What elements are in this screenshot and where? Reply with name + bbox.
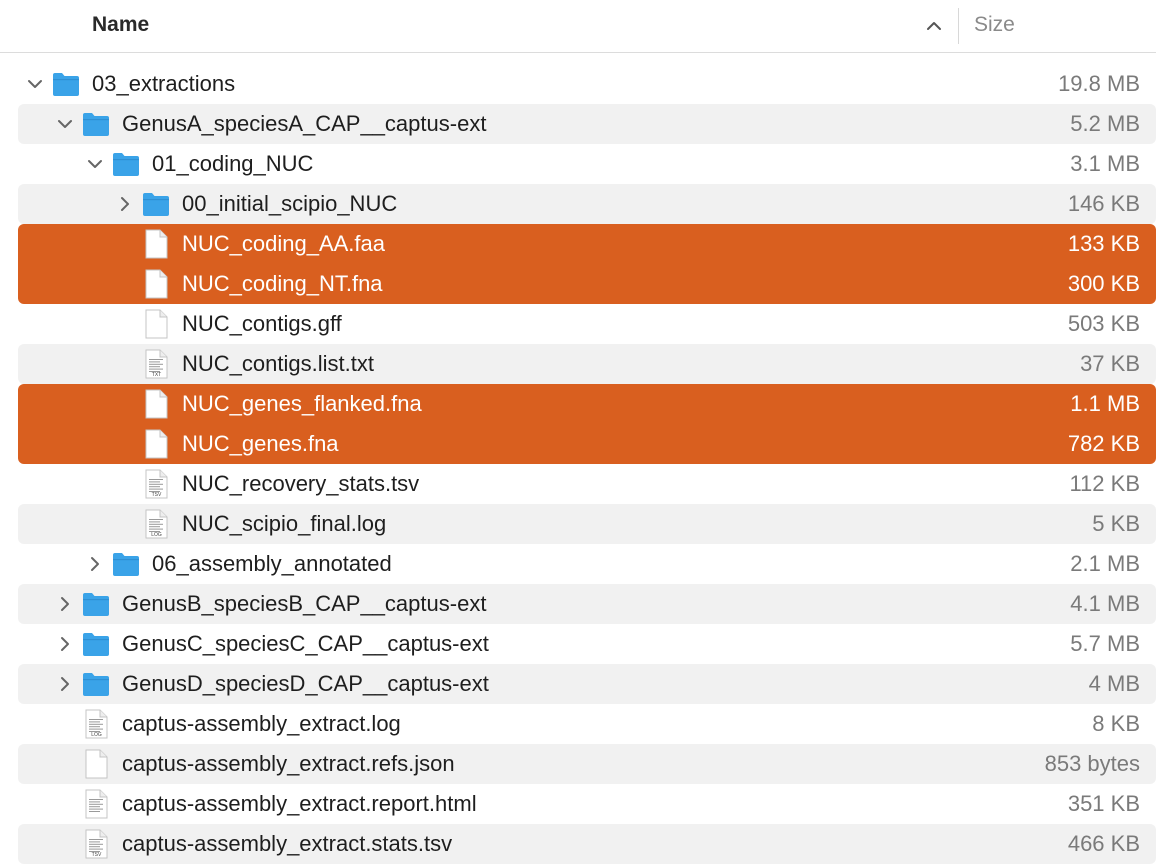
- chevron-right-icon[interactable]: [56, 635, 74, 653]
- item-size: 1.1 MB: [1070, 391, 1140, 416]
- file-row[interactable]: NUC_coding_NT.fna 300 KB: [18, 264, 1156, 304]
- item-size: 112 KB: [1069, 471, 1140, 496]
- size-column-header[interactable]: Size: [974, 13, 1015, 37]
- chevron-down-icon[interactable]: [86, 155, 104, 173]
- item-name: captus-assembly_extract.report.html: [122, 791, 477, 816]
- folder-row[interactable]: 06_assembly_annotated 2.1 MB: [18, 544, 1156, 584]
- folder-row[interactable]: 01_coding_NUC 3.1 MB: [18, 144, 1156, 184]
- folder-icon: [113, 553, 139, 576]
- document-icon: [145, 309, 168, 339]
- item-size: 8 KB: [1092, 711, 1140, 736]
- folder-icon: [83, 593, 109, 616]
- item-name: NUC_genes.fna: [182, 431, 339, 456]
- file-row[interactable]: NUC_contigs.gff 503 KB: [18, 304, 1156, 344]
- item-size: 3.1 MB: [1070, 151, 1140, 176]
- item-name: captus-assembly_extract.stats.tsv: [122, 831, 453, 856]
- folder-icon: [143, 193, 169, 216]
- item-name: 01_coding_NUC: [152, 151, 314, 176]
- svg-text:TSV: TSV: [92, 852, 102, 858]
- chevron-right-icon[interactable]: [56, 675, 74, 693]
- svg-text:TSV: TSV: [152, 492, 162, 498]
- item-size: 19.8 MB: [1058, 71, 1140, 96]
- svg-text:LOG: LOG: [91, 732, 102, 738]
- document-icon: [145, 389, 168, 419]
- item-size: 782 KB: [1067, 431, 1140, 456]
- document-icon: TXT: [145, 349, 168, 379]
- folder-row[interactable]: 00_initial_scipio_NUC 146 KB: [18, 184, 1156, 224]
- item-name: captus-assembly_extract.log: [122, 711, 401, 736]
- item-size: 37 KB: [1080, 351, 1140, 376]
- item-name: GenusB_speciesB_CAP__captus-ext: [122, 591, 487, 616]
- file-row[interactable]: LOG captus-assembly_extract.log 8 KB: [18, 704, 1156, 744]
- document-icon: [85, 749, 108, 779]
- item-name: NUC_coding_NT.fna: [182, 271, 383, 296]
- name-column-header[interactable]: Name: [92, 13, 149, 37]
- folder-row[interactable]: 03_extractions 19.8 MB: [18, 64, 1156, 104]
- file-row[interactable]: TXT NUC_contigs.list.txt 37 KB: [18, 344, 1156, 384]
- item-size: 466 KB: [1067, 831, 1140, 856]
- item-name: captus-assembly_extract.refs.json: [122, 751, 455, 776]
- item-size: 146 KB: [1067, 191, 1140, 216]
- file-list: 03_extractions 19.8 MB GenusA_speciesA_CAP…: [0, 64, 1156, 864]
- item-name: NUC_coding_AA.faa: [182, 231, 386, 256]
- chevron-right-icon[interactable]: [116, 195, 134, 213]
- document-icon: [85, 789, 108, 819]
- file-row[interactable]: NUC_genes_flanked.fna 1.1 MB: [18, 384, 1156, 424]
- folder-icon: [113, 153, 139, 176]
- document-icon: [145, 429, 168, 459]
- item-name: NUC_contigs.gff: [182, 311, 342, 336]
- item-size: 5.2 MB: [1070, 111, 1140, 136]
- file-row[interactable]: TSV NUC_recovery_stats.tsv 112 KB: [18, 464, 1156, 504]
- file-row[interactable]: NUC_genes.fna 782 KB: [18, 424, 1156, 464]
- item-size: 4 MB: [1088, 671, 1140, 696]
- chevron-right-icon[interactable]: [56, 595, 74, 613]
- document-icon: TSV: [85, 829, 108, 859]
- item-name: GenusC_speciesC_CAP__captus-ext: [122, 631, 489, 656]
- folder-icon: [83, 113, 109, 136]
- item-name: NUC_contigs.list.txt: [182, 351, 374, 376]
- document-icon: [145, 269, 168, 299]
- folder-row[interactable]: GenusB_speciesB_CAP__captus-ext 4.1 MB: [18, 584, 1156, 624]
- item-name: NUC_genes_flanked.fna: [182, 391, 422, 416]
- item-size: 5 KB: [1092, 511, 1140, 536]
- item-size: 4.1 MB: [1070, 591, 1140, 616]
- item-size: 853 bytes: [1044, 751, 1140, 776]
- file-row[interactable]: captus-assembly_extract.refs.json 853 byt…: [18, 744, 1156, 784]
- item-name: GenusD_speciesD_CAP__captus-ext: [122, 671, 489, 696]
- item-size: 300 KB: [1067, 271, 1140, 296]
- file-row[interactable]: TSV captus-assembly_extract.stats.tsv 466 …: [18, 824, 1156, 864]
- column-divider[interactable]: [958, 8, 959, 44]
- item-name: NUC_scipio_final.log: [182, 511, 387, 536]
- folder-icon: [53, 73, 79, 96]
- svg-text:LOG: LOG: [151, 532, 162, 538]
- item-size: 2.1 MB: [1070, 551, 1140, 576]
- item-name: GenusA_speciesA_CAP__captus-ext: [122, 111, 487, 136]
- file-row[interactable]: captus-assembly_extract.report.html 351 K…: [18, 784, 1156, 824]
- folder-icon: [83, 673, 109, 696]
- file-row[interactable]: NUC_coding_AA.faa 133 KB: [18, 224, 1156, 264]
- item-size: 503 KB: [1067, 311, 1140, 336]
- document-icon: LOG: [85, 709, 108, 739]
- folder-row[interactable]: GenusD_speciesD_CAP__captus-ext 4 MB: [18, 664, 1156, 704]
- item-name: 03_extractions: [92, 71, 236, 96]
- item-size: 133 KB: [1067, 231, 1140, 256]
- document-icon: [145, 229, 168, 259]
- document-icon: TSV: [145, 469, 168, 499]
- chevron-down-icon[interactable]: [56, 115, 74, 133]
- chevron-down-icon[interactable]: [26, 75, 44, 93]
- folder-row[interactable]: GenusC_speciesC_CAP__captus-ext 5.7 MB: [18, 624, 1156, 664]
- column-header: Name Size: [0, 0, 1156, 53]
- item-size: 351 KB: [1067, 791, 1140, 816]
- folder-row[interactable]: GenusA_speciesA_CAP__captus-ext 5.2 MB: [18, 104, 1156, 144]
- item-name: 00_initial_scipio_NUC: [182, 191, 398, 216]
- item-size: 5.7 MB: [1070, 631, 1140, 656]
- folder-icon: [83, 633, 109, 656]
- item-name: 06_assembly_annotated: [152, 551, 392, 576]
- svg-text:TXT: TXT: [152, 372, 161, 378]
- chevron-up-icon[interactable]: [924, 16, 944, 36]
- file-row[interactable]: LOG NUC_scipio_final.log 5 KB: [18, 504, 1156, 544]
- item-name: NUC_recovery_stats.tsv: [182, 471, 420, 496]
- document-icon: LOG: [145, 509, 168, 539]
- chevron-right-icon[interactable]: [86, 555, 104, 573]
